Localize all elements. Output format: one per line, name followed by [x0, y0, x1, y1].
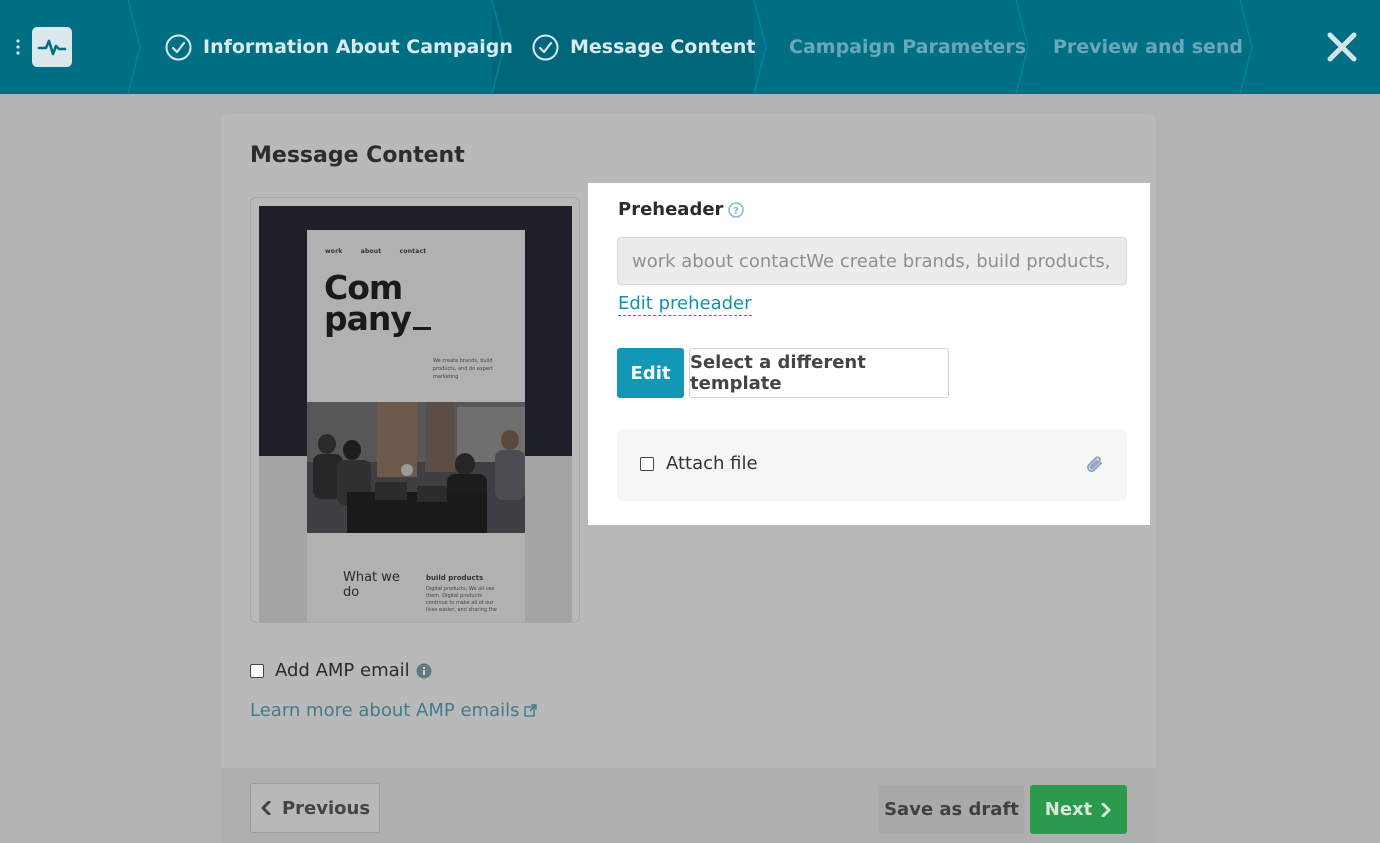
close-icon[interactable] — [1322, 27, 1362, 67]
edit-preheader-link[interactable]: Edit preheader — [618, 293, 752, 316]
step-campaign-parameters[interactable]: Campaign Parameters — [789, 0, 1026, 94]
preview-nav-item: work — [325, 248, 343, 255]
preview-section-title-line: do — [343, 585, 360, 600]
info-icon[interactable] — [416, 663, 432, 679]
step-preview-and-send[interactable]: Preview and send — [1053, 0, 1243, 94]
template-preview[interactable]: work about contact Com pany We create br… — [250, 197, 580, 623]
step-label: Preview and send — [1053, 36, 1244, 58]
help-icon[interactable]: ? — [728, 201, 745, 218]
chevron-left-icon — [261, 801, 271, 815]
previous-button[interactable]: Previous — [250, 783, 380, 833]
preheader-label-text: Preheader — [618, 199, 724, 220]
add-amp-email-label: Add AMP email — [275, 660, 410, 681]
svg-text:?: ? — [734, 206, 740, 217]
edit-template-button[interactable]: Edit — [617, 348, 684, 398]
attach-file-box: Attach file — [617, 429, 1127, 501]
preview-section-title: What we do — [343, 570, 400, 600]
preview-feature-title: build products — [426, 574, 484, 582]
vertical-dots-icon[interactable] — [15, 38, 21, 56]
preheader-input[interactable] — [617, 237, 1127, 285]
preview-nav-item: contact — [399, 248, 427, 255]
preheader-label: Preheader ? — [618, 199, 745, 220]
save-as-draft-button[interactable]: Save as draft — [879, 785, 1024, 834]
preheader-panel: Preheader ? Edit preheader Edit Select a… — [588, 183, 1150, 525]
page-title: Message Content — [250, 143, 465, 168]
step-information-about-campaign[interactable]: Information About Campaign — [165, 0, 513, 94]
preview-logo: Com pany — [324, 271, 431, 335]
preview-team-photo — [307, 402, 525, 533]
preview-logo-line: pany — [324, 299, 412, 338]
step-message-content[interactable]: Message Content — [532, 0, 755, 94]
attach-file-label[interactable]: Attach file — [666, 453, 758, 474]
add-amp-email-option[interactable]: Add AMP email — [250, 660, 432, 681]
step-label: Information About Campaign — [203, 36, 513, 58]
external-link-icon — [524, 704, 538, 717]
select-different-template-button[interactable]: Select a different template — [689, 348, 949, 398]
learn-more-amp-link[interactable]: Learn more about AMP emails — [250, 700, 538, 721]
preview-email-page: work about contact Com pany We create br… — [307, 230, 525, 622]
paperclip-icon[interactable] — [1083, 453, 1107, 477]
preview-section-title-line: What we — [343, 570, 400, 585]
add-amp-email-checkbox[interactable] — [250, 663, 264, 678]
step-separator — [127, 0, 141, 94]
preview-logo-underscore — [412, 327, 431, 330]
check-circle-icon — [532, 34, 559, 60]
previous-label: Previous — [281, 797, 371, 819]
chevron-right-icon — [1101, 802, 1111, 817]
preview-nav: work about contact — [325, 248, 442, 255]
preview-tagline: We create brands, build products, and do… — [433, 358, 494, 380]
attach-file-checkbox[interactable] — [640, 457, 654, 471]
preview-nav-item: about — [360, 248, 382, 255]
pulse-logo-icon[interactable] — [32, 27, 72, 67]
next-label: Next — [1044, 799, 1093, 820]
step-label: Message Content — [570, 36, 756, 58]
next-button[interactable]: Next — [1030, 785, 1127, 834]
preview-feature-text: Digital products. We all use them. Digit… — [426, 586, 497, 613]
learn-more-amp-label: Learn more about AMP emails — [250, 700, 520, 721]
step-label: Campaign Parameters — [789, 36, 1026, 58]
check-circle-icon — [165, 34, 192, 60]
